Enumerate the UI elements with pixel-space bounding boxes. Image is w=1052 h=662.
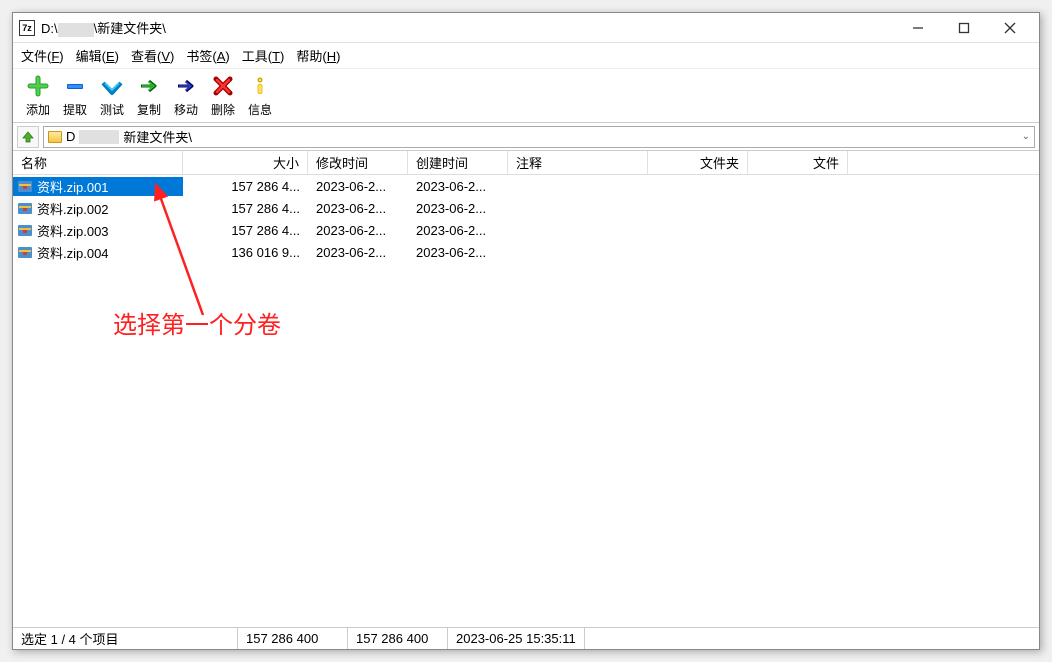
move-button[interactable]: 移动 xyxy=(169,73,203,118)
chevron-down-icon[interactable]: ⌄ xyxy=(1022,131,1030,142)
folder-icon xyxy=(48,131,62,143)
file-size: 157 286 4... xyxy=(183,179,308,194)
archive-icon xyxy=(17,244,33,260)
delete-button[interactable]: 删除 xyxy=(206,73,240,118)
file-size: 136 016 9... xyxy=(183,245,308,260)
info-icon xyxy=(249,73,271,99)
window-title: D:\ \新建文件夹\ xyxy=(41,18,895,37)
maximize-button[interactable] xyxy=(941,13,987,43)
up-icon xyxy=(21,130,35,144)
status-datetime: 2023-06-25 15:35:11 xyxy=(448,628,585,649)
file-name: 资料.zip.001 xyxy=(37,177,109,196)
move-icon xyxy=(175,73,197,99)
file-row[interactable]: 资料.zip.003157 286 4...2023-06-2...2023-0… xyxy=(13,219,1039,241)
titlebar: 7z D:\ \新建文件夹\ xyxy=(13,13,1039,43)
title-suffix: \新建文件夹\ xyxy=(94,21,166,36)
minimize-icon xyxy=(912,22,924,34)
col-size[interactable]: 大小 xyxy=(183,151,308,174)
file-name-cell[interactable]: 资料.zip.004 xyxy=(13,243,183,262)
annotation-text: 选择第一个分卷 xyxy=(113,305,281,340)
file-name: 资料.zip.003 xyxy=(37,221,109,240)
copy-icon xyxy=(138,73,160,99)
test-button[interactable]: 测试 xyxy=(95,73,129,118)
menu-tools[interactable]: 工具(T) xyxy=(242,46,285,65)
add-icon xyxy=(27,73,49,99)
menu-help[interactable]: 帮助(H) xyxy=(296,46,340,65)
extract-label: 提取 xyxy=(63,101,87,118)
file-modified: 2023-06-2... xyxy=(308,245,408,260)
status-size2: 157 286 400 xyxy=(348,628,448,649)
close-button[interactable] xyxy=(987,13,1033,43)
file-name: 资料.zip.004 xyxy=(37,243,109,262)
delete-icon xyxy=(212,73,234,99)
menu-file[interactable]: 文件(F) xyxy=(21,46,64,65)
col-folder[interactable]: 文件夹 xyxy=(648,151,748,174)
file-created: 2023-06-2... xyxy=(408,179,508,194)
address-prefix: D xyxy=(66,129,75,144)
window-controls xyxy=(895,13,1033,43)
file-name-cell[interactable]: 资料.zip.002 xyxy=(13,199,183,218)
file-created: 2023-06-2... xyxy=(408,201,508,216)
maximize-icon xyxy=(958,22,970,34)
address-input[interactable]: D 新建文件夹\ ⌄ xyxy=(43,126,1035,148)
file-size: 157 286 4... xyxy=(183,201,308,216)
menu-edit[interactable]: 编辑(E) xyxy=(76,46,119,65)
file-list[interactable]: 资料.zip.001157 286 4...2023-06-2...2023-0… xyxy=(13,175,1039,627)
test-icon xyxy=(101,73,123,99)
menu-view[interactable]: 查看(V) xyxy=(131,46,174,65)
menubar: 文件(F) 编辑(E) 查看(V) 书签(A) 工具(T) 帮助(H) xyxy=(13,43,1039,69)
address-suffix: 新建文件夹\ xyxy=(123,127,192,146)
col-comment[interactable]: 注释 xyxy=(508,151,648,174)
title-prefix: D:\ xyxy=(41,21,58,36)
copy-label: 复制 xyxy=(137,101,161,118)
address-redacted xyxy=(79,130,119,144)
file-modified: 2023-06-2... xyxy=(308,179,408,194)
file-row[interactable]: 资料.zip.001157 286 4...2023-06-2...2023-0… xyxy=(13,175,1039,197)
file-row[interactable]: 资料.zip.004136 016 9...2023-06-2...2023-0… xyxy=(13,241,1039,263)
info-button[interactable]: 信息 xyxy=(243,73,277,118)
col-file[interactable]: 文件 xyxy=(748,151,848,174)
status-selection: 选定 1 / 4 个项目 xyxy=(13,628,238,649)
add-label: 添加 xyxy=(26,101,50,118)
title-redacted xyxy=(58,23,94,37)
add-button[interactable]: 添加 xyxy=(21,73,55,118)
toolbar: 添加 提取 测试 复制 移动 xyxy=(13,69,1039,123)
app-window: 7z D:\ \新建文件夹\ 文件(F) 编辑(E) 查看(V) 书签(A) 工具… xyxy=(12,12,1040,650)
col-modified[interactable]: 修改时间 xyxy=(308,151,408,174)
col-name[interactable]: 名称 xyxy=(13,151,183,174)
extract-icon xyxy=(64,73,86,99)
delete-label: 删除 xyxy=(211,101,235,118)
close-icon xyxy=(1004,22,1016,34)
file-created: 2023-06-2... xyxy=(408,223,508,238)
file-modified: 2023-06-2... xyxy=(308,201,408,216)
archive-icon xyxy=(17,200,33,216)
status-size1: 157 286 400 xyxy=(238,628,348,649)
file-created: 2023-06-2... xyxy=(408,245,508,260)
menu-bookmark[interactable]: 书签(A) xyxy=(186,46,229,65)
file-name: 资料.zip.002 xyxy=(37,199,109,218)
minimize-button[interactable] xyxy=(895,13,941,43)
app-icon: 7z xyxy=(19,20,35,36)
statusbar: 选定 1 / 4 个项目 157 286 400 157 286 400 202… xyxy=(13,627,1039,649)
move-label: 移动 xyxy=(174,101,198,118)
file-size: 157 286 4... xyxy=(183,223,308,238)
copy-button[interactable]: 复制 xyxy=(132,73,166,118)
up-button[interactable] xyxy=(17,126,39,148)
file-name-cell[interactable]: 资料.zip.003 xyxy=(13,221,183,240)
test-label: 测试 xyxy=(100,101,124,118)
file-name-cell[interactable]: 资料.zip.001 xyxy=(13,177,183,196)
archive-icon xyxy=(17,222,33,238)
col-created[interactable]: 创建时间 xyxy=(408,151,508,174)
column-headers: 名称 大小 修改时间 创建时间 注释 文件夹 文件 xyxy=(13,151,1039,175)
file-modified: 2023-06-2... xyxy=(308,223,408,238)
file-row[interactable]: 资料.zip.002157 286 4...2023-06-2...2023-0… xyxy=(13,197,1039,219)
addressbar: D 新建文件夹\ ⌄ xyxy=(13,123,1039,151)
info-label: 信息 xyxy=(248,101,272,118)
archive-icon xyxy=(17,178,33,194)
extract-button[interactable]: 提取 xyxy=(58,73,92,118)
